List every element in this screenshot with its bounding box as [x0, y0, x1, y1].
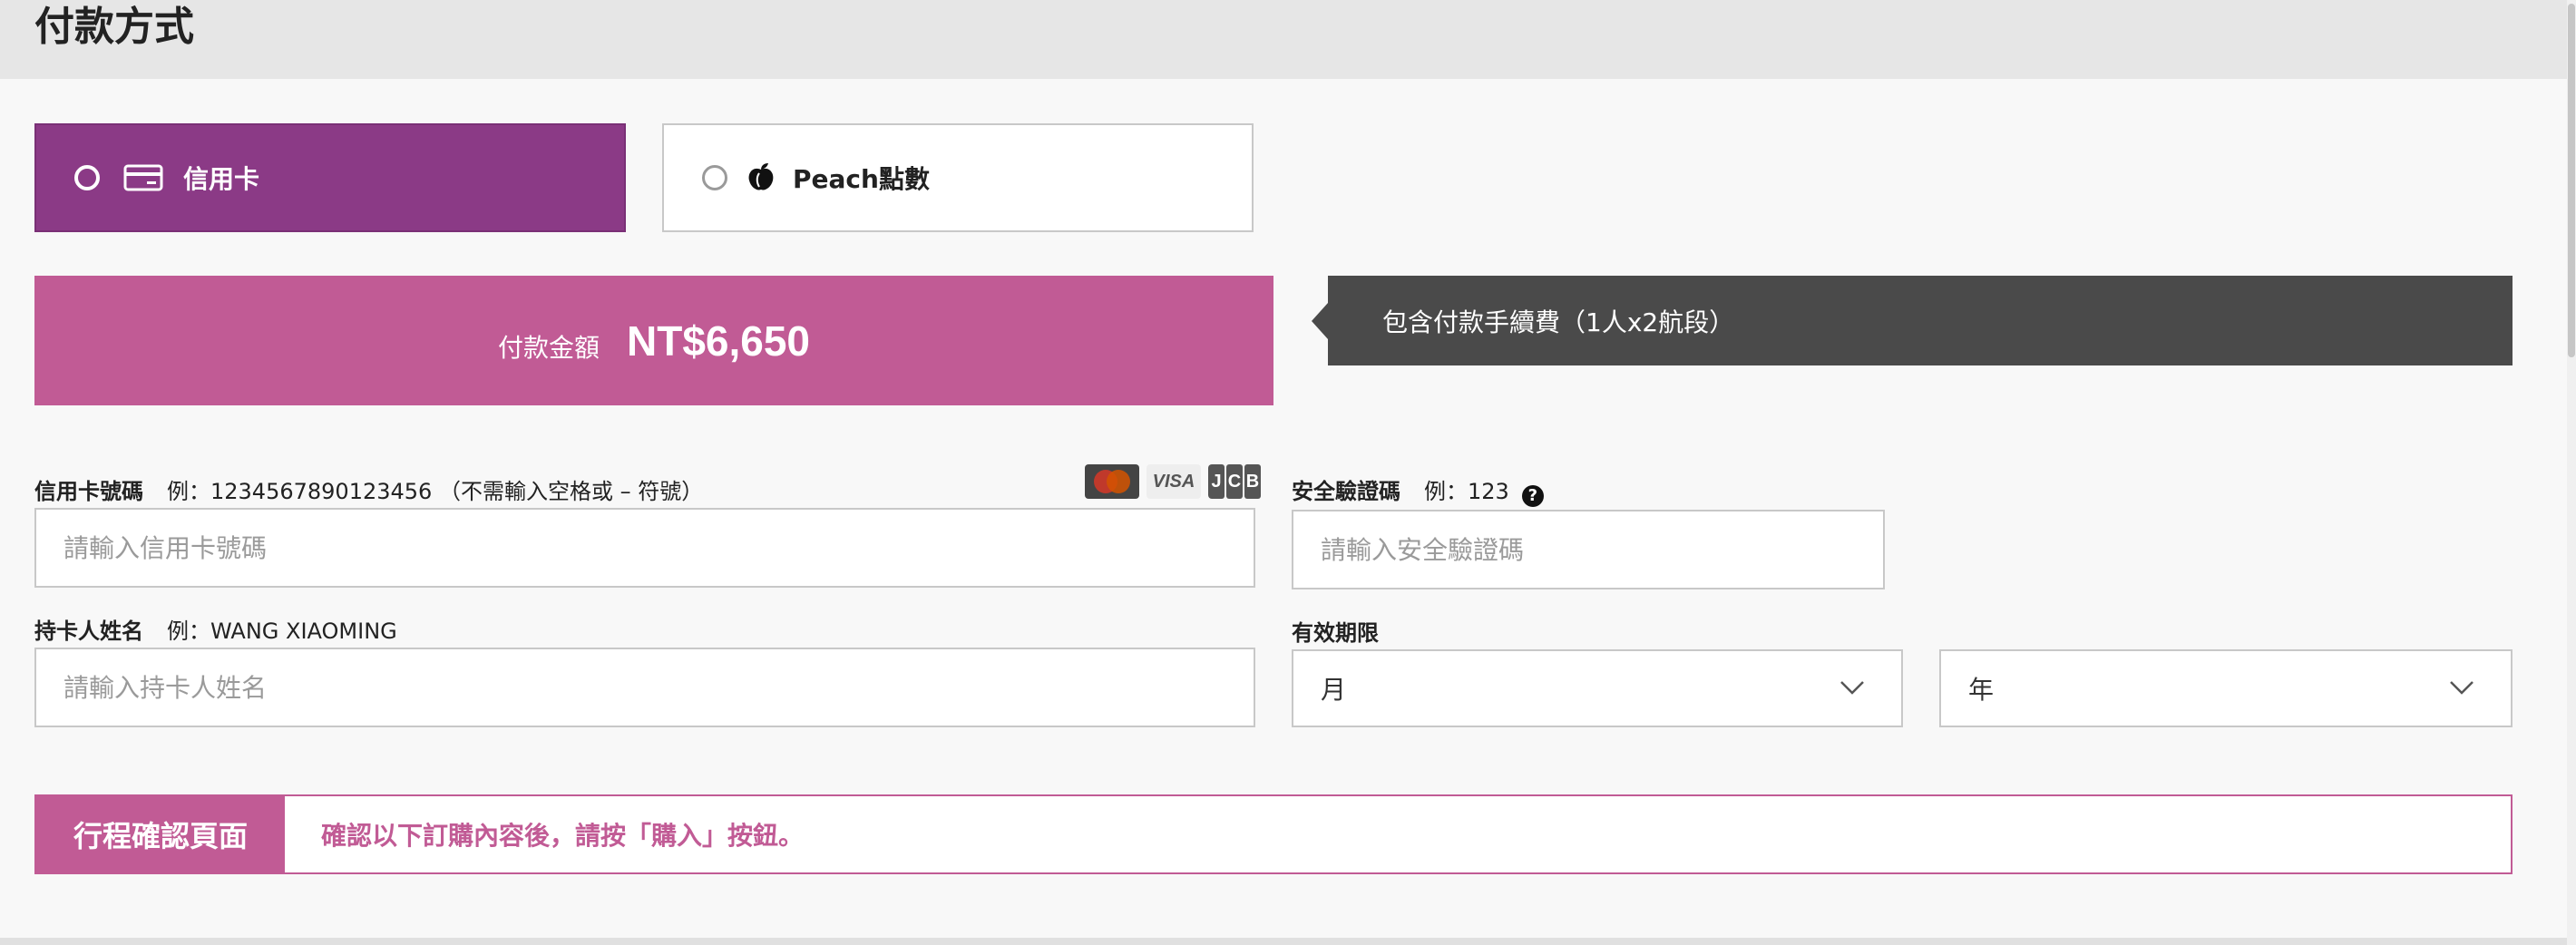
peach-icon: [748, 163, 774, 190]
expiry-month-value: 月: [1321, 675, 1347, 705]
card-number-label: 信用卡號碼: [34, 479, 143, 504]
cardholder-input[interactable]: [34, 648, 1255, 727]
cvv-input[interactable]: [1292, 510, 1885, 589]
visa-logo: VISA: [1147, 464, 1201, 499]
scrollbar-thumb[interactable]: [2568, 4, 2575, 357]
mastercard-logo: [1085, 464, 1139, 499]
confirm-banner: 行程確認頁面 確認以下訂購內容後，請按「購入」按鈕。: [34, 794, 2513, 874]
scrollbar[interactable]: [2567, 0, 2576, 945]
accepted-cards: VISA JCB: [1085, 464, 1263, 499]
page-title: 付款方式: [34, 4, 194, 50]
page-bottom-divider: [0, 938, 2567, 945]
expiry-year-value: 年: [1968, 675, 1995, 705]
expiry-year-select[interactable]: 年: [1939, 649, 2513, 727]
fee-note-text: 包含付款手續費（1人x2航段）: [1382, 307, 1735, 337]
cvv-label-row: 安全驗證碼 例：123?: [1292, 473, 1544, 507]
chevron-down-icon: [1840, 681, 1864, 695]
page-header: [0, 0, 2567, 79]
chevron-down-icon: [2450, 681, 2474, 695]
cvv-hint: 例：123: [1424, 479, 1509, 504]
card-number-hint: 例：1234567890123456 （不需輸入空格或 – 符號）: [167, 479, 704, 504]
fee-note: 包含付款手續費（1人x2航段）: [1312, 276, 2513, 365]
confirm-banner-tag: 行程確認頁面: [36, 796, 285, 872]
cardholder-label-row: 持卡人姓名 例：WANG XIAOMING: [34, 613, 397, 645]
help-icon[interactable]: ?: [1521, 485, 1544, 507]
amount-label: 付款金額: [497, 332, 600, 363]
payment-option-peach-points[interactable]: Peach點數: [662, 123, 1254, 232]
expiry-label: 有效期限: [1292, 620, 1379, 646]
fee-note-arrow: [1312, 303, 1328, 339]
card-number-label-row: 信用卡號碼 例：1234567890123456 （不需輸入空格或 – 符號）: [34, 473, 703, 505]
expiry-month-select[interactable]: 月: [1292, 649, 1903, 727]
cardholder-label: 持卡人姓名: [34, 619, 143, 644]
payment-option-credit-card[interactable]: 信用卡: [34, 123, 626, 232]
expiry-label-row: 有效期限: [1292, 615, 1402, 647]
cvv-label: 安全驗證碼: [1292, 479, 1400, 504]
payment-option-label: Peach點數: [793, 164, 930, 194]
radio-credit-card[interactable]: [74, 165, 100, 190]
amount-value: NT$6,650: [627, 317, 811, 365]
cardholder-hint: 例：WANG XIAOMING: [167, 619, 397, 644]
card-number-input[interactable]: [34, 508, 1255, 588]
credit-card-icon: [123, 164, 163, 191]
confirm-banner-text: 確認以下訂購內容後，請按「購入」按鈕。: [321, 821, 805, 851]
jcb-logo: JCB: [1208, 464, 1263, 499]
payment-option-label: 信用卡: [183, 164, 260, 194]
payment-amount-box: 付款金額 NT$6,650: [34, 276, 1273, 405]
radio-peach-points[interactable]: [702, 165, 727, 190]
